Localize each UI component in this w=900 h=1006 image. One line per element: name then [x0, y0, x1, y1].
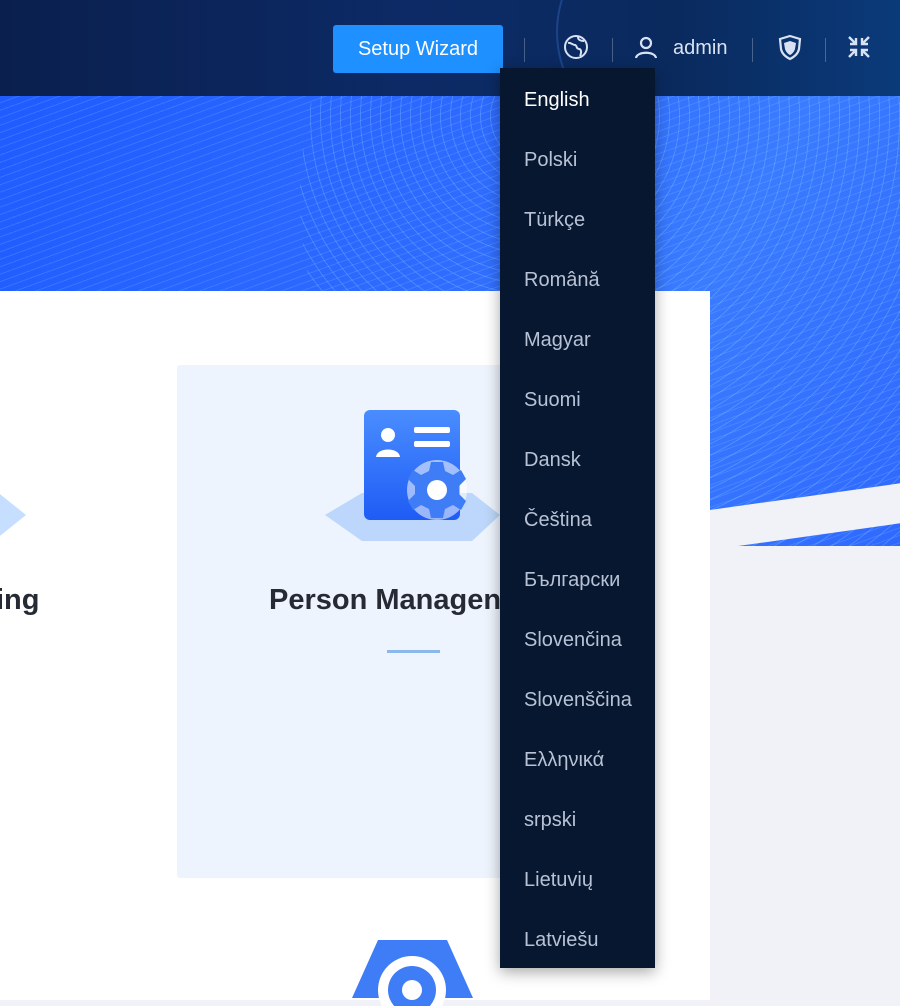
- language-option-lietuviu[interactable]: Lietuvių: [500, 848, 655, 908]
- language-option-romana[interactable]: Română: [500, 248, 655, 308]
- language-option-turkce[interactable]: Türkçe: [500, 188, 655, 248]
- language-option-greek[interactable]: Ελληνικά: [500, 728, 655, 788]
- top-header: Setup Wizard admin: [0, 0, 900, 96]
- collapse-icon[interactable]: [845, 33, 873, 61]
- language-option-bulgarian[interactable]: Български: [500, 548, 655, 608]
- card-title[interactable]: Person Managen: [269, 584, 501, 617]
- language-option-slovencina[interactable]: Slovenčina: [500, 608, 655, 668]
- language-option-dansk[interactable]: Dansk: [500, 428, 655, 488]
- header-divider: [612, 38, 613, 62]
- language-option-cestina[interactable]: Čeština: [500, 488, 655, 548]
- person-management-icon: [325, 410, 500, 541]
- language-option-slovenscina[interactable]: Slovenščina: [500, 668, 655, 728]
- settings-module-icon: [352, 940, 473, 1006]
- language-option-polski[interactable]: Polski: [500, 128, 655, 188]
- language-dropdown-menu[interactable]: English Polski Türkçe Română Magyar Suom…: [500, 68, 655, 968]
- user-name-label[interactable]: admin: [673, 37, 727, 60]
- left-module-title[interactable]: ing: [0, 584, 40, 617]
- card-title-underline: [387, 650, 440, 653]
- user-icon[interactable]: [632, 33, 660, 61]
- setup-wizard-button[interactable]: Setup Wizard: [333, 25, 503, 73]
- language-option-srpski[interactable]: srpski: [500, 788, 655, 848]
- language-option-suomi[interactable]: Suomi: [500, 368, 655, 428]
- language-option-latviesu[interactable]: Latviešu: [500, 908, 655, 968]
- shield-icon[interactable]: [776, 33, 804, 61]
- header-divider: [524, 38, 525, 62]
- globe-icon[interactable]: [562, 33, 590, 61]
- language-option-magyar[interactable]: Magyar: [500, 308, 655, 368]
- header-divider: [752, 38, 753, 62]
- language-option-english[interactable]: English: [500, 68, 655, 128]
- header-divider: [825, 38, 826, 62]
